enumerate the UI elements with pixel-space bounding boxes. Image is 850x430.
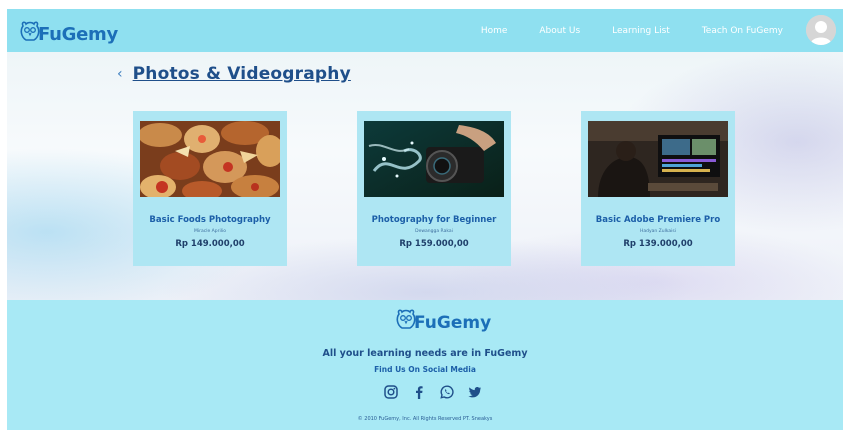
- site-footer: FuGemy All your learning needs are in Fu…: [7, 300, 843, 430]
- nav-about-us[interactable]: About Us: [539, 26, 580, 36]
- course-card[interactable]: Basic Foods Photography Miracle Aprilio …: [133, 111, 287, 266]
- video-editing-photo-image: [588, 121, 728, 197]
- social-links: [383, 384, 483, 400]
- course-price: Rp 149.000,00: [175, 239, 245, 249]
- course-author: Miracle Aprilio: [194, 229, 226, 234]
- nav-home[interactable]: Home: [481, 26, 508, 36]
- facebook-icon[interactable]: [411, 384, 427, 400]
- footer-brand-name: FuGemy: [414, 313, 492, 333]
- course-thumbnail-premiere[interactable]: [588, 121, 728, 197]
- camera-splash-photo-image: [364, 121, 504, 197]
- course-card[interactable]: Basic Adobe Premiere Pro Hadyan Zulkaisi…: [581, 111, 735, 266]
- nav-teach-on-fugemy[interactable]: Teach On FuGemy: [702, 26, 783, 36]
- footer-copyright: © 2010 FuGemy, Inc. All Rights Reserved …: [357, 416, 493, 422]
- page-title[interactable]: Photos & Videography: [133, 64, 351, 84]
- nav-learning-list[interactable]: Learning List: [612, 26, 670, 36]
- brand-logo[interactable]: FuGemy: [19, 16, 118, 46]
- course-title: Basic Foods Photography: [149, 215, 271, 225]
- course-thumbnail-food[interactable]: [140, 121, 280, 197]
- food-photo-image: [140, 121, 280, 197]
- course-thumbnail-camera[interactable]: [364, 121, 504, 197]
- course-price: Rp 159.000,00: [399, 239, 469, 249]
- footer-tagline: All your learning needs are in FuGemy: [322, 348, 528, 359]
- footer-brand-logo[interactable]: FuGemy: [395, 308, 491, 334]
- course-card[interactable]: Photography for Beginner Dewangga Rakai …: [357, 111, 511, 266]
- nav-links: Home About Us Learning List Teach On FuG…: [449, 9, 783, 52]
- chevron-left-icon[interactable]: ‹: [117, 66, 123, 82]
- course-title: Photography for Beginner: [371, 215, 497, 225]
- page-header: ‹ Photos & Videography: [117, 64, 351, 84]
- course-author: Dewangga Rakai: [415, 229, 453, 234]
- top-navbar: FuGemy Home About Us Learning List Teach…: [7, 9, 843, 52]
- course-title: Basic Adobe Premiere Pro: [595, 215, 721, 225]
- instagram-icon[interactable]: [383, 384, 399, 400]
- course-author: Hadyan Zulkaisi: [639, 229, 676, 234]
- course-price: Rp 139.000,00: [623, 239, 693, 249]
- footer-find-us: Find Us On Social Media: [374, 365, 476, 374]
- user-icon: [806, 15, 836, 45]
- whatsapp-icon[interactable]: [439, 384, 455, 400]
- twitter-icon[interactable]: [467, 384, 483, 400]
- app-frame: FuGemy Home About Us Learning List Teach…: [7, 9, 843, 430]
- brand-name: FuGemy: [38, 24, 118, 45]
- user-avatar[interactable]: [806, 15, 836, 45]
- main-content: ‹ Photos & Videography Basic Foods Photo…: [7, 52, 843, 300]
